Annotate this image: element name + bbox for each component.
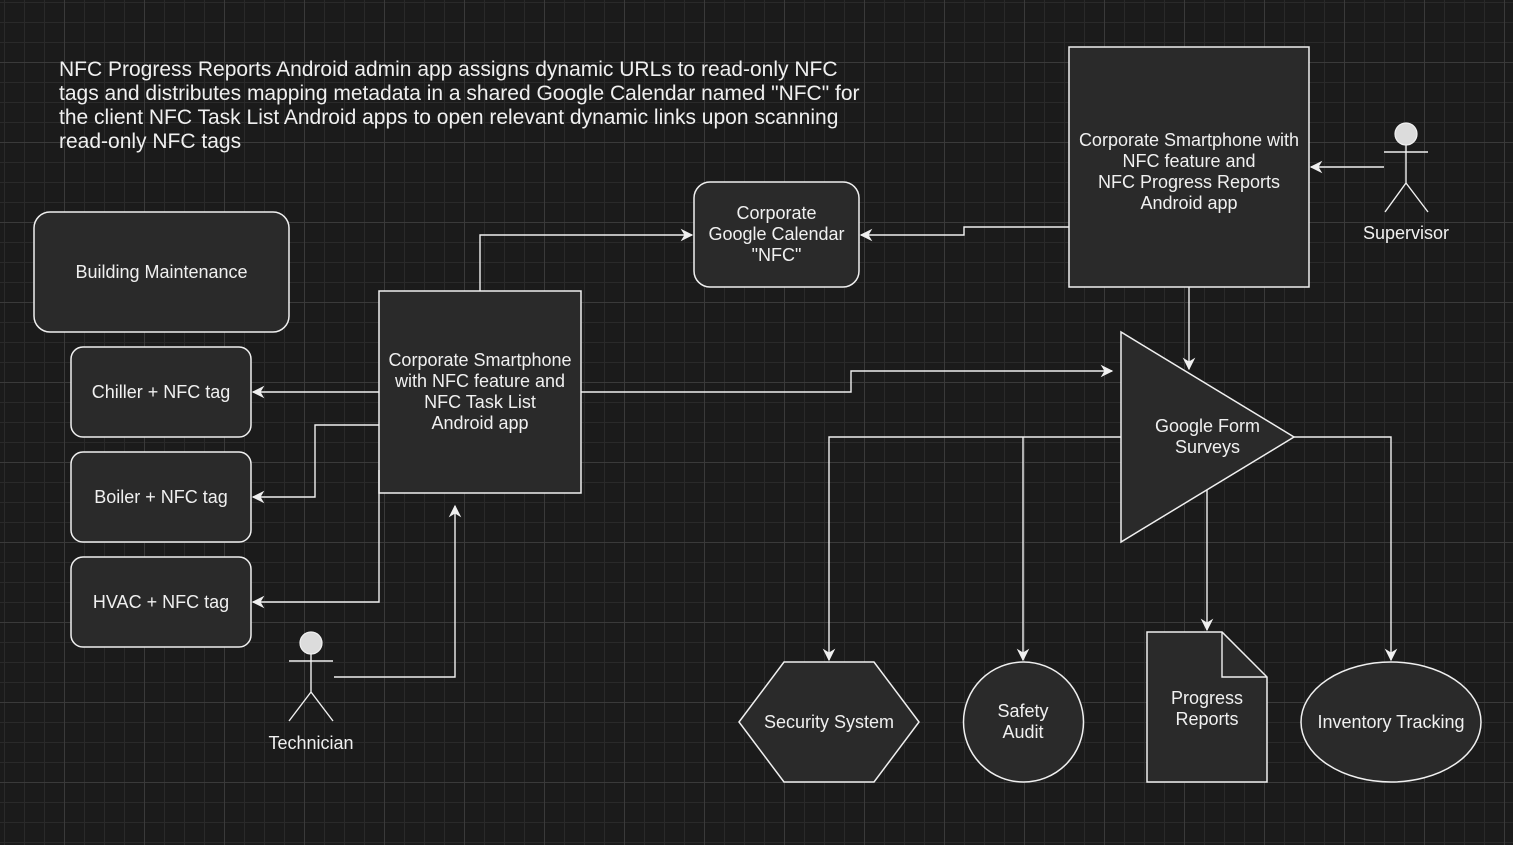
safety-label: Safety Audit xyxy=(997,701,1049,742)
technician-actor-icon[interactable] xyxy=(288,631,334,722)
edge-surveys-to-inventory[interactable] xyxy=(1294,436,1398,662)
edge-surveys-to-security[interactable] xyxy=(822,436,1121,662)
hvac-label: HVAC + NFC tag xyxy=(92,591,230,612)
supervisor-label: Supervisor xyxy=(1362,222,1450,243)
task-list-phone-label: Corporate Smartphone with NFC feature an… xyxy=(388,350,572,433)
edge-taskphone-to-hvac[interactable] xyxy=(251,470,380,609)
edge-taskphone-to-boiler[interactable] xyxy=(251,424,379,504)
inventory-label: Inventory Tracking xyxy=(1317,711,1465,732)
edge-progressphone-to-calendar[interactable] xyxy=(859,226,1069,242)
supervisor-actor-icon[interactable] xyxy=(1384,122,1429,213)
technician-label: Technician xyxy=(268,732,354,753)
edge-taskphone-to-surveys[interactable] xyxy=(581,364,1114,393)
diagram-note: NFC Progress Reports Android admin app a… xyxy=(59,58,860,153)
surveys-label: Google Form Surveys xyxy=(1154,416,1261,457)
calendar-label: Corporate Google Calendar "NFC" xyxy=(708,203,845,265)
edge-taskphone-to-calendar[interactable] xyxy=(479,228,694,291)
security-label: Security System xyxy=(763,711,895,732)
building-maintenance-label: Building Maintenance xyxy=(75,261,248,282)
edge-technician-to-taskphone[interactable] xyxy=(334,504,462,678)
diagram-canvas: NFC Progress Reports Android admin app a… xyxy=(0,0,1513,845)
chiller-label: Chiller + NFC tag xyxy=(91,381,231,402)
progress-reports-label: Progress Reports xyxy=(1170,688,1244,729)
boiler-label: Boiler + NFC tag xyxy=(94,486,228,507)
progress-phone-label: Corporate Smartphone with NFC feature an… xyxy=(1078,130,1300,213)
